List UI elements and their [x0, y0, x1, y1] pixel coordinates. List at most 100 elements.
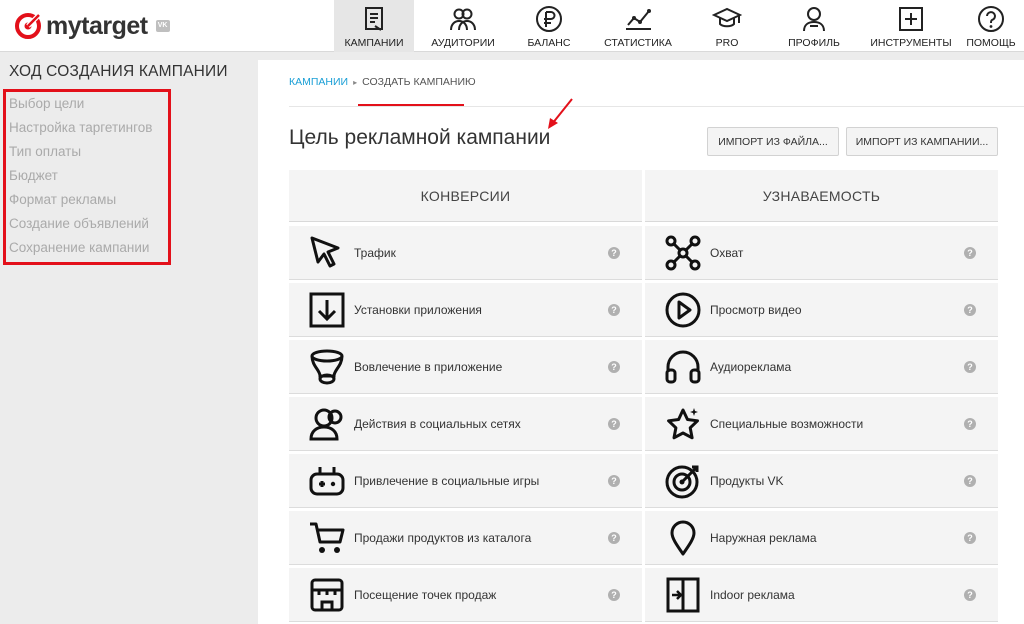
help-icon[interactable]: ? — [964, 360, 976, 373]
logo-text: mytarget — [46, 11, 148, 40]
sidebar-step-budget[interactable]: Бюджет — [9, 168, 58, 183]
headphones-icon — [663, 347, 703, 387]
sidebar-step-save-campaign[interactable]: Сохранение кампании — [9, 240, 149, 255]
help-icon[interactable]: ? — [608, 303, 620, 316]
nav-label: СТАТИСТИКА — [604, 37, 672, 49]
help-icon[interactable]: ? — [964, 246, 976, 259]
target-icon — [663, 461, 703, 501]
download-box-icon — [307, 290, 347, 330]
goal-card-indoor-ads[interactable]: Indoor реклама ? — [645, 568, 998, 622]
help-icon[interactable]: ? — [964, 474, 976, 487]
top-bar: mytarget VK КАМПАНИИ АУДИТОРИИ БАЛАНС СТ… — [0, 0, 1024, 52]
page-title: Цель рекламной кампании — [289, 126, 551, 149]
help-icon[interactable]: ? — [964, 588, 976, 601]
profile-icon — [803, 7, 825, 32]
graduation-cap-icon — [712, 7, 742, 28]
goal-card-special-features[interactable]: Специальные возможности ? — [645, 397, 998, 451]
import-from-campaign-button[interactable]: ИМПОРТ ИЗ КАМПАНИИ... — [846, 127, 998, 156]
goal-label: Трафик — [354, 245, 396, 260]
help-icon[interactable]: ? — [608, 474, 620, 487]
nav-item-pro[interactable]: PRO — [690, 0, 764, 52]
goal-card-catalog-sales[interactable]: Продажи продуктов из каталога ? — [289, 511, 642, 565]
sidebar-step-ad-format[interactable]: Формат рекламы — [9, 192, 116, 207]
goal-card-app-installs[interactable]: Установки приложения ? — [289, 283, 642, 337]
column-header-conversions: КОНВЕРСИИ — [289, 170, 642, 222]
sidebar-step-goal[interactable]: Выбор цели — [9, 96, 84, 111]
goal-card-store-visits[interactable]: Посещение точек продаж ? — [289, 568, 642, 622]
help-icon[interactable]: ? — [964, 531, 976, 544]
goal-card-video-views[interactable]: Просмотр видео ? — [645, 283, 998, 337]
nav-item-profile[interactable]: ПРОФИЛЬ — [764, 0, 864, 52]
play-icon — [663, 290, 703, 330]
goal-card-vk-products[interactable]: Продукты VK ? — [645, 454, 998, 508]
sidebar: ХОД СОЗДАНИЯ КАМПАНИИ Выбор цели Настрой… — [0, 52, 258, 624]
help-icon[interactable]: ? — [608, 360, 620, 373]
goal-label: Indoor реклама — [710, 587, 795, 602]
import-from-file-button[interactable]: ИМПОРТ ИЗ ФАЙЛА... — [707, 127, 839, 156]
breadcrumb: КАМПАНИИ ▸ СОЗДАТЬ КАМПАНИЮ — [289, 76, 476, 88]
goal-label: Наружная реклама — [710, 530, 817, 545]
nav-label: PRO — [715, 37, 739, 49]
annotation-arrow-icon — [548, 98, 573, 129]
breadcrumb-link-campaigns[interactable]: КАМПАНИИ — [289, 76, 348, 88]
logo[interactable]: mytarget VK — [14, 10, 170, 42]
nav-label: ПРОФИЛЬ — [788, 37, 840, 49]
network-icon — [663, 233, 703, 273]
sidebar-step-payment-type[interactable]: Тип оплаты — [9, 144, 81, 159]
goal-card-traffic[interactable]: Трафик ? — [289, 226, 642, 280]
goal-card-outdoor-ads[interactable]: Наружная реклама ? — [645, 511, 998, 565]
nav-label: КАМПАНИИ — [344, 37, 404, 49]
nav-label: БАЛАНС — [527, 37, 571, 49]
goal-label: Просмотр видео — [710, 302, 802, 317]
sidebar-step-targeting[interactable]: Настройка таргетингов — [9, 120, 152, 135]
goal-label: Аудиореклама — [710, 359, 792, 374]
goal-label: Посещение точек продаж — [354, 587, 497, 602]
goal-label: Действия в социальных сетях — [354, 416, 521, 431]
sidebar-step-create-ads[interactable]: Создание объявлений — [9, 216, 149, 231]
help-icon[interactable]: ? — [608, 588, 620, 601]
ruble-icon — [536, 6, 562, 32]
goal-card-audio-ads[interactable]: Аудиореклама ? — [645, 340, 998, 394]
goal-label: Продажи продуктов из каталога — [354, 530, 532, 545]
column-header-awareness: УЗНАВАЕМОСТЬ — [645, 170, 998, 222]
goal-label: Привлечение в социальные игры — [354, 473, 540, 488]
divider — [289, 106, 1024, 107]
star-icon — [663, 404, 703, 444]
nav-item-help[interactable]: ПОМОЩЬ — [958, 0, 1024, 52]
help-icon[interactable]: ? — [964, 417, 976, 430]
nav-item-tools[interactable]: ИНСТРУМЕНТЫ — [864, 0, 958, 52]
help-icon[interactable]: ? — [608, 417, 620, 430]
nav-item-campaigns[interactable]: КАМПАНИИ — [334, 0, 414, 52]
campaigns-icon — [365, 7, 383, 31]
nav-item-audiences[interactable]: АУДИТОРИИ — [414, 0, 512, 52]
nav-item-balance[interactable]: БАЛАНС — [512, 0, 586, 52]
goal-label: Специальные возможности — [710, 416, 864, 431]
funnel-icon — [307, 347, 347, 387]
store-icon — [307, 575, 347, 615]
door-icon — [663, 575, 703, 615]
vk-badge: VK — [155, 20, 170, 32]
help-icon[interactable]: ? — [964, 303, 976, 316]
help-icon[interactable]: ? — [608, 531, 620, 544]
nav-label: АУДИТОРИИ — [431, 37, 495, 49]
goal-card-social-games[interactable]: Привлечение в социальные игры ? — [289, 454, 642, 508]
gamepad-icon — [307, 461, 347, 501]
mytarget-logo-icon — [15, 12, 42, 39]
sidebar-title: ХОД СОЗДАНИЯ КАМПАНИИ — [9, 63, 228, 80]
goal-label: Установки приложения — [354, 302, 482, 317]
goal-card-reach[interactable]: Охват ? — [645, 226, 998, 280]
breadcrumb-separator: ▸ — [353, 77, 358, 87]
cursor-icon — [307, 233, 347, 273]
cart-icon — [307, 518, 347, 558]
goal-label: Продукты VK — [710, 473, 784, 488]
nav-label: ИНСТРУМЕНТЫ — [870, 37, 952, 49]
breadcrumb-current: СОЗДАТЬ КАМПАНИЮ — [362, 76, 476, 88]
goal-card-social-actions[interactable]: Действия в социальных сетях ? — [289, 397, 642, 451]
location-pin-icon — [663, 518, 703, 558]
audiences-icon — [450, 8, 476, 31]
nav-label: ПОМОЩЬ — [966, 37, 1016, 49]
help-icon[interactable]: ? — [608, 246, 620, 259]
goal-card-app-engagement[interactable]: Вовлечение в приложение ? — [289, 340, 642, 394]
main-content: КАМПАНИИ ▸ СОЗДАТЬ КАМПАНИЮ Цель рекламн… — [258, 60, 1024, 624]
nav-item-statistics[interactable]: СТАТИСТИКА — [586, 0, 690, 52]
